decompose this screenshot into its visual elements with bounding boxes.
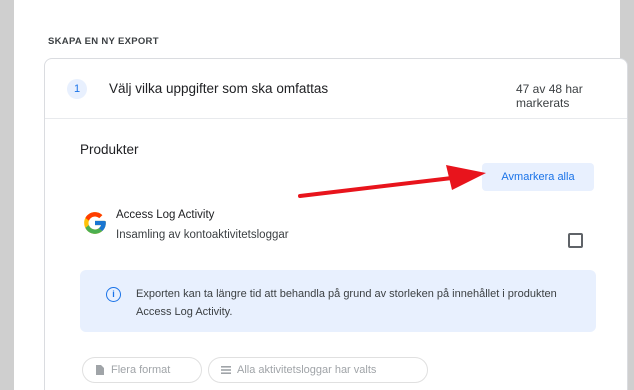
info-banner: i Exporten kan ta längre tid att behandl… [80,270,596,332]
activity-logs-chip[interactable]: Alla aktivitetsloggar har valts [208,357,428,383]
format-chip-label: Flera format [111,364,171,376]
product-checkbox[interactable] [568,233,583,248]
activity-logs-chip-label: Alla aktivitetsloggar har valts [237,364,377,376]
file-icon [96,365,104,375]
format-chip[interactable]: Flera format [82,357,202,383]
product-description: Insamling av kontoaktivitetsloggar [116,229,289,241]
google-logo-icon [84,212,106,234]
info-icon: i [106,287,121,302]
list-icon [221,366,231,374]
product-name: Access Log Activity [116,209,215,221]
info-text: Exporten kan ta längre tid att behandla … [136,288,557,318]
